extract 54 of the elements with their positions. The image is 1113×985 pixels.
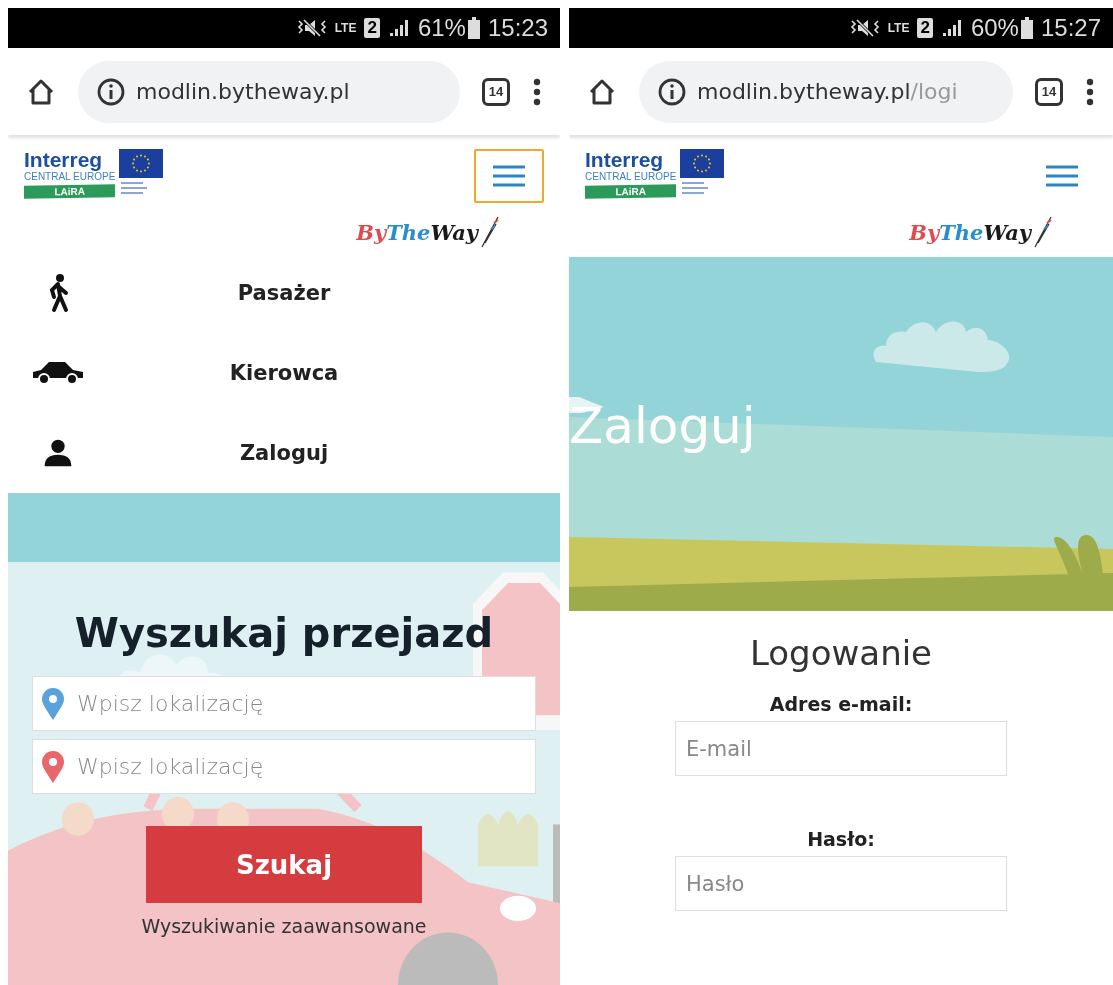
url-text: modlin.bytheway.pl — [136, 79, 350, 104]
tab-switcher-button[interactable]: 14 — [482, 77, 510, 106]
menu-item[interactable]: Zaloguj — [239, 441, 329, 465]
more-options-icon[interactable] — [1085, 76, 1095, 107]
program-name: CENTRAL EUROPE — [585, 171, 677, 183]
signal-icon — [387, 18, 410, 38]
interreg-wordmark: Interreg — [24, 149, 103, 171]
program-name: CENTRAL EUROPE — [24, 171, 116, 183]
clock: 15:23 — [487, 14, 548, 42]
address-bar[interactable]: modlin.bytheway.pl — [78, 60, 460, 123]
login-heading: Logowanie — [749, 633, 933, 673]
battery-percent: 60% — [970, 14, 1019, 42]
search-button[interactable]: Szukaj — [146, 826, 422, 903]
more-options-icon[interactable] — [532, 76, 542, 107]
mute-vibrate-icon — [296, 17, 327, 39]
menu-icon — [1044, 164, 1080, 188]
location-field[interactable]: Wpisz lokalizację — [32, 676, 536, 731]
eu-flag-icon — [119, 149, 164, 197]
menu-button[interactable] — [474, 149, 544, 203]
streak-icon — [1033, 215, 1053, 249]
bytheway-logo-text: ByTheWay — [356, 219, 478, 245]
sim-badge: 2 — [364, 18, 380, 38]
page-title: Zaloguj — [569, 397, 756, 455]
input-field[interactable]: E-mail — [675, 721, 1007, 776]
url-text: modlin.bytheway.pl/logi — [697, 79, 958, 104]
info-icon[interactable] — [96, 76, 126, 107]
car-icon[interactable] — [31, 360, 85, 386]
streak-icon — [480, 215, 500, 249]
search-title: Wyszukaj przejazd — [74, 610, 494, 656]
field-label: Hasło: — [807, 828, 875, 850]
menu-item[interactable]: Pasażer — [237, 281, 331, 305]
address-bar[interactable]: modlin.bytheway.pl/logi — [639, 60, 1013, 123]
tab-switcher-button[interactable]: 14 — [1035, 77, 1063, 106]
sim-badge: 2 — [917, 18, 933, 38]
bytheway-logo-text: ByTheWay — [909, 219, 1031, 245]
menu-icon — [491, 164, 527, 188]
menu-item[interactable]: Kierowca — [229, 361, 339, 385]
mute-vibrate-icon — [849, 17, 880, 39]
interreg-wordmark: Interreg — [585, 149, 664, 171]
project-badge: LAiRA — [24, 184, 116, 199]
eu-flag-icon — [680, 149, 725, 197]
clock: 15:27 — [1040, 14, 1101, 42]
network-type-label: LTE — [334, 21, 357, 35]
battery-percent: 61% — [417, 14, 466, 42]
location-field[interactable]: Wpisz lokalizację — [32, 739, 536, 794]
info-icon[interactable] — [657, 76, 687, 107]
advanced-search-link[interactable]: Wyszukiwanie zaawansowane — [141, 915, 427, 937]
input-field[interactable]: Hasło — [675, 856, 1007, 911]
battery-icon — [467, 17, 480, 39]
field-label: Adres e-mail: — [769, 693, 913, 715]
network-type-label: LTE — [887, 21, 910, 35]
signal-icon — [940, 18, 963, 38]
project-badge: LAiRA — [585, 184, 677, 199]
battery-icon — [1020, 17, 1033, 39]
